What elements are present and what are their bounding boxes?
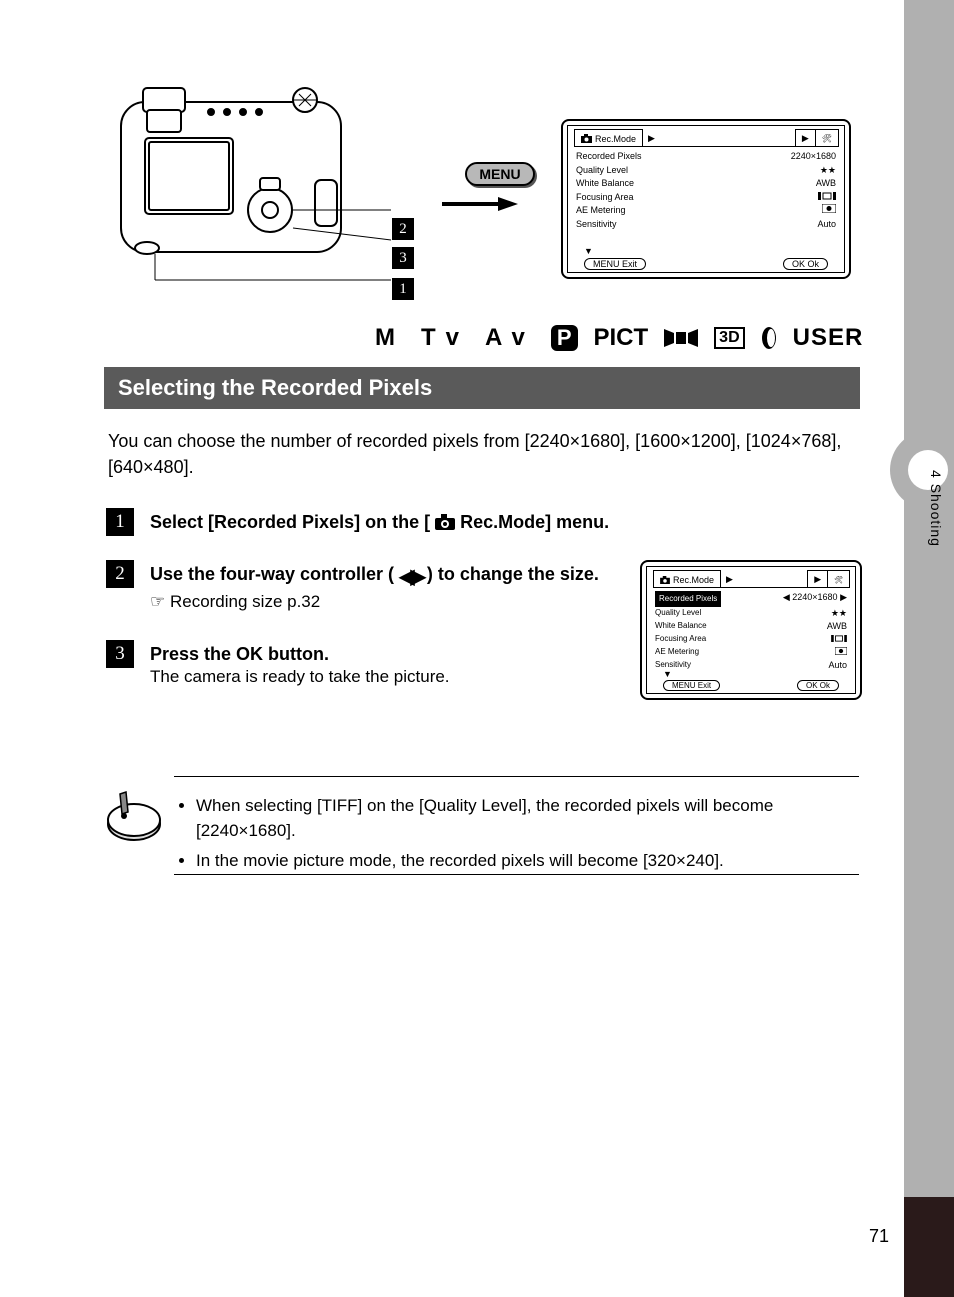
lcd2-r2-val: ★★ [831, 607, 847, 620]
mode-m: M [375, 324, 405, 352]
sidebar-number: 4 [928, 470, 944, 479]
mode-dial-row: M Tv Av P PICT 3D USER [375, 324, 863, 352]
lcd2-tab-label: Rec.Mode [673, 575, 714, 585]
step-2-text-a: Use the four-way controller ( [150, 564, 394, 584]
step-1-text-b: Rec.Mode] menu. [460, 512, 609, 532]
step-1-text: Select [Recorded Pixels] on the [ Rec.Mo… [150, 510, 620, 534]
step-3-sub: The camera is ready to take the picture. [150, 666, 620, 689]
sidebar-thumb-tab [890, 430, 954, 510]
memo-icon [106, 788, 162, 844]
lcd1-menu-rows: Recorded Pixels 2240×1680 Quality Level ★★… [576, 150, 836, 231]
sidebar-section-label: 4 Shooting [928, 470, 944, 547]
mode-user: USER [793, 324, 864, 352]
lcd-screen-1: Rec.Mode ▶ ▶ 🛠 Recorded Pixels 2240×1680 … [561, 119, 851, 279]
step-1-num: 1 [106, 508, 134, 536]
lcd1-r5-label: AE Metering [576, 204, 626, 218]
mode-tv: Tv [421, 324, 469, 352]
lcd2-r1-label: Recorded Pixels [655, 591, 721, 607]
mode-filter-icon [761, 326, 777, 350]
lcd2-r2-label: Quality Level [655, 607, 701, 620]
page-number: 71 [869, 1226, 889, 1247]
step-2-num: 2 [106, 560, 134, 588]
lcd2-r1-val: ◀ 2240×1680 ▶ [783, 591, 847, 607]
step-2-text-b: ) to change the size. [427, 564, 599, 584]
arrow-icon [440, 195, 520, 213]
lcd1-r2-val: ★★ [820, 164, 836, 178]
lcd2-scroll-icon: ▼ [663, 669, 672, 679]
callout-2: 2 [392, 218, 414, 240]
menu-button-label: MENU [465, 162, 535, 186]
callout-3: 3 [392, 247, 414, 269]
lcd1-tab-label: Rec.Mode [595, 134, 636, 144]
tab-arrow-icon: ▶ [726, 574, 733, 585]
mode-p: P [551, 325, 578, 351]
sidebar [904, 0, 954, 1297]
lcd1-r2-label: Quality Level [576, 164, 628, 178]
memo-item-2: In the movie picture mode, the recorded … [196, 849, 860, 874]
camera-icon [435, 514, 455, 530]
step-3-num: 3 [106, 640, 134, 668]
step-3-text-main: Press the OK button. [150, 644, 329, 664]
step-2-text: Use the four-way controller ( ◀▶ ) to ch… [150, 562, 620, 614]
mode-av: Av [485, 324, 535, 352]
divider [174, 776, 859, 777]
camera-illustration [115, 80, 415, 290]
divider [174, 874, 859, 875]
lcd2-ok-label: OK Ok [797, 680, 839, 691]
lcd2-exit-label: MENU Exit [663, 680, 720, 691]
lcd1-r4-val [818, 191, 836, 205]
lcd2-r5-label: AE Metering [655, 646, 699, 659]
sidebar-text: Shooting [928, 484, 944, 547]
lcd2-tab-rec: Rec.Mode [653, 570, 721, 588]
callout-1: 1 [392, 278, 414, 300]
lcd2-tab-setup: 🛠 [827, 570, 850, 588]
step-1-text-a: Select [Recorded Pixels] on the [ [150, 512, 430, 532]
lcd1-r4-label: Focusing Area [576, 191, 634, 205]
lcd-screen-2: Rec.Mode ▶ ▶ 🛠 Recorded Pixels ◀ 2240×16… [640, 560, 862, 700]
lcd1-tab-rec: Rec.Mode [574, 129, 643, 147]
memo-item-1: When selecting [TIFF] on the [Quality Le… [196, 794, 860, 843]
sidebar-accent [904, 1197, 954, 1297]
section-title: Selecting the Recorded Pixels [104, 367, 860, 409]
mode-pict: PICT [594, 324, 649, 352]
lcd2-r6-val: Auto [828, 659, 847, 672]
lcd2-r4-label: Focusing Area [655, 633, 706, 646]
lcd1-r3-label: White Balance [576, 177, 634, 191]
lcd2-r6-label: Sensitivity [655, 659, 691, 672]
lcd1-r1-val: 2240×1680 [791, 150, 836, 164]
mode-3d: 3D [714, 327, 744, 349]
lcd1-r6-label: Sensitivity [576, 218, 617, 232]
lcd1-tab-setup: 🛠 [815, 129, 839, 147]
lcd1-r6-val: Auto [817, 218, 836, 232]
lcd2-r3-val: AWB [827, 620, 847, 633]
step-3-text: Press the OK button. The camera is ready… [150, 642, 620, 689]
mode-panorama-icon [664, 329, 698, 347]
step-2-sub: ☞ Recording size p.32 [150, 591, 620, 614]
lcd1-tab-play: ▶ [795, 129, 816, 147]
lcd1-scroll-icon: ▼ [584, 246, 593, 256]
lcd2-r3-label: White Balance [655, 620, 707, 633]
memo-list: When selecting [TIFF] on the [Quality Le… [180, 794, 860, 880]
tab-arrow-icon: ▶ [648, 133, 655, 144]
lcd2-r5-val [835, 646, 847, 659]
lcd1-ok-label: OK Ok [783, 258, 828, 270]
camera-icon [660, 576, 670, 584]
lcd2-menu-rows: Recorded Pixels ◀ 2240×1680 ▶ Quality Le… [655, 591, 847, 672]
lcd1-r5-val [822, 204, 836, 218]
left-right-arrow-icon: ◀▶ [399, 564, 422, 591]
lcd1-r3-val: AWB [816, 177, 836, 191]
lcd2-tab-play: ▶ [807, 570, 828, 588]
camera-icon [581, 134, 592, 143]
intro-text: You can choose the number of recorded pi… [108, 428, 858, 480]
lcd2-r4-val [831, 633, 847, 646]
lcd1-exit-label: MENU Exit [584, 258, 646, 270]
lcd1-r1-label: Recorded Pixels [576, 150, 642, 164]
